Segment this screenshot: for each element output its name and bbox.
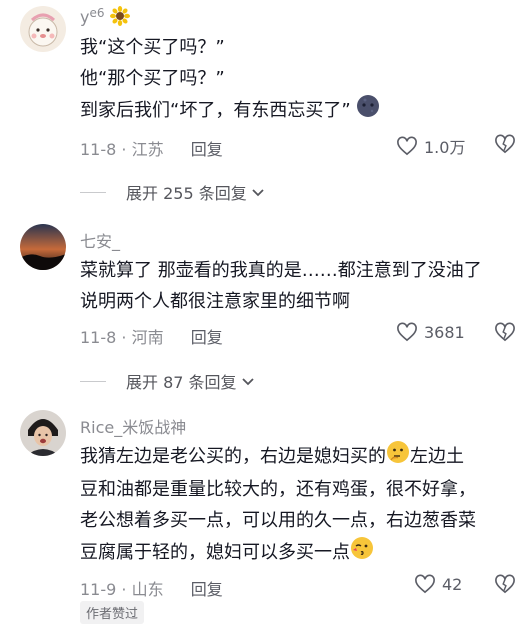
avatar[interactable] bbox=[20, 224, 66, 270]
separator: · bbox=[121, 140, 127, 159]
comment-line: 菜就算了 那壶看的我真的是……都注意到了没油了 bbox=[80, 260, 482, 281]
heart-icon bbox=[397, 136, 417, 156]
comment-line: 我“这个买了吗？” bbox=[80, 37, 225, 58]
comment-text: 我“这个买了吗？” 他“那个买了吗？” 到家后我们“坏了，有东西忘买了” bbox=[80, 32, 512, 128]
moon-face-icon bbox=[356, 94, 380, 128]
expand-replies-button[interactable]: 展开 87 条回复 bbox=[80, 369, 255, 393]
comment-location: 河南 bbox=[131, 328, 164, 347]
broken-heart-icon bbox=[495, 574, 515, 594]
chevron-down-icon bbox=[241, 372, 255, 391]
comment-meta: 11-8 · 河南 回复 bbox=[80, 324, 223, 348]
username[interactable]: Rice_米饭战神 bbox=[80, 414, 186, 438]
avatar-image bbox=[20, 224, 66, 270]
comment-line: 他“那个买了吗？” bbox=[80, 68, 225, 89]
expand-label: 展开 87 条回复 bbox=[126, 373, 237, 392]
like-count: 1.0万 bbox=[424, 138, 466, 157]
dislike-button[interactable] bbox=[494, 574, 516, 598]
comment-meta: 11-9 · 山东 回复 bbox=[80, 576, 223, 600]
divider-line bbox=[80, 191, 106, 193]
sunflower-icon bbox=[109, 6, 130, 30]
author-liked-badge: 作者赞过 bbox=[80, 601, 145, 624]
comment-location: 江苏 bbox=[131, 140, 164, 159]
heart-icon bbox=[397, 322, 417, 342]
chevron-down-icon bbox=[251, 183, 265, 202]
broken-heart-icon bbox=[495, 322, 515, 342]
comment-meta: 11-8 · 江苏 回复 bbox=[80, 136, 223, 160]
like-button[interactable]: 42 bbox=[414, 574, 462, 594]
comment-text: 菜就算了 那壶看的我真的是……都注意到了没油了 说明两个人都很注意家里的细节啊 bbox=[80, 255, 512, 317]
reply-button[interactable]: 回复 bbox=[191, 328, 223, 347]
username[interactable]: 七安_ bbox=[80, 228, 120, 252]
dislike-button[interactable] bbox=[494, 322, 516, 346]
separator: · bbox=[121, 580, 127, 599]
comment-date: 11-9 bbox=[80, 580, 117, 599]
comment-line: 我猜左边是老公买的，右边是媳妇买的 左边土 bbox=[80, 440, 512, 474]
avatar[interactable] bbox=[20, 410, 66, 456]
separator: · bbox=[121, 328, 127, 347]
dislike-button[interactable] bbox=[494, 134, 516, 158]
kissing-face-icon bbox=[350, 536, 374, 570]
reply-button[interactable]: 回复 bbox=[191, 140, 223, 159]
broken-heart-icon bbox=[495, 134, 515, 154]
like-count: 42 bbox=[442, 574, 463, 594]
comment-line: 豆和油都是重量比较大的，还有鸡蛋，很不好拿， bbox=[80, 479, 476, 500]
heart-icon bbox=[415, 574, 435, 594]
comment-text: 我猜左边是老公买的，右边是媳妇买的 左边土 豆和油都是重量比较大的，还有鸡蛋，很… bbox=[80, 440, 512, 570]
comment-line: 老公想着多买一点，可以用的久一点，右边葱香菜 bbox=[80, 510, 476, 531]
expand-label: 展开 255 条回复 bbox=[126, 184, 247, 203]
avatar-image bbox=[20, 410, 66, 456]
like-count: 3681 bbox=[424, 322, 465, 342]
thinking-face-icon bbox=[386, 440, 410, 474]
avatar-image bbox=[20, 6, 66, 52]
like-button[interactable]: 3681 bbox=[396, 322, 465, 342]
comment-date: 11-8 bbox=[80, 328, 117, 347]
username[interactable]: ye6 bbox=[80, 6, 130, 30]
like-button[interactable]: 1.0万 bbox=[396, 134, 465, 158]
comment-line: 豆腐属于轻的，媳妇可以多买一点 bbox=[80, 536, 512, 570]
comment-date: 11-8 bbox=[80, 140, 117, 159]
divider-line bbox=[80, 380, 106, 382]
comment-line: 说明两个人都很注意家里的细节啊 bbox=[80, 291, 350, 312]
expand-replies-button[interactable]: 展开 255 条回复 bbox=[80, 180, 265, 204]
comment-location: 山东 bbox=[131, 580, 164, 599]
comment-line: 到家后我们“坏了，有东西忘买了” bbox=[80, 94, 512, 128]
avatar[interactable] bbox=[20, 6, 66, 52]
reply-button[interactable]: 回复 bbox=[191, 580, 223, 599]
